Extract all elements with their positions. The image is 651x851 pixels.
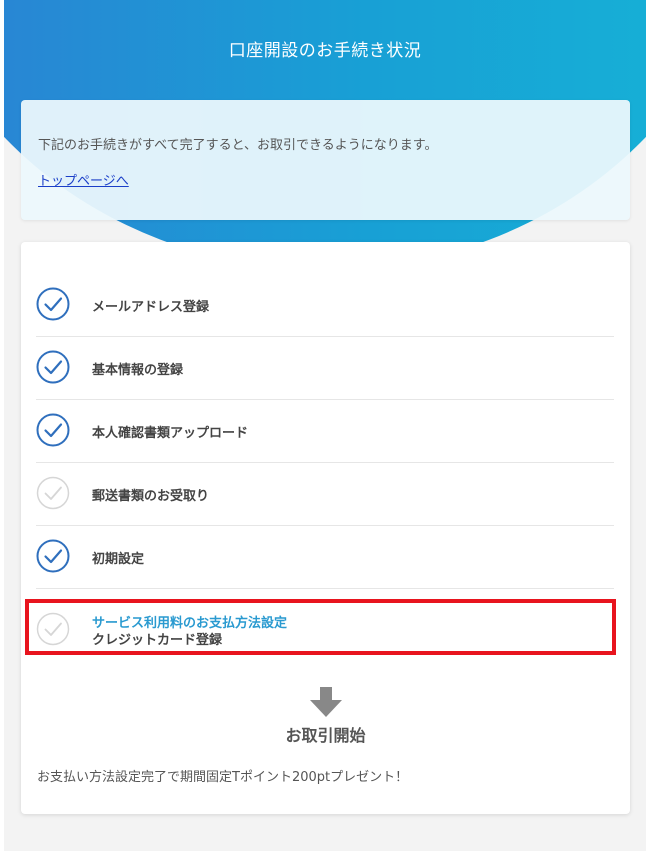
step-email-registration: メールアドレス登録 bbox=[36, 274, 614, 337]
trading-start-label: お取引開始 bbox=[285, 726, 366, 745]
check-circle-icon bbox=[36, 539, 70, 573]
arrow-down-icon bbox=[310, 687, 342, 717]
check-circle-icon bbox=[36, 413, 70, 447]
step-payment-method-highlighted[interactable]: サービス利用料のお支払方法設定 クレジットカード登録 bbox=[25, 599, 616, 655]
step-label: 初期設定 bbox=[92, 552, 145, 567]
step-label: 基本情報の登録 bbox=[92, 363, 184, 378]
steps-card: メールアドレス登録 基本情報の登録 本人確認書類アップロード 郵送書類のお受取り… bbox=[21, 242, 630, 814]
step-initial-settings: 初期設定 bbox=[36, 526, 614, 589]
info-message: 下記のお手続きがすべて完了すると、お取引できるようになります。 bbox=[38, 138, 438, 153]
step-mail-documents: 郵送書類のお受取り bbox=[36, 463, 614, 526]
info-card: 下記のお手続きがすべて完了すると、お取引できるようになります。 トップページへ bbox=[21, 100, 630, 220]
step-basic-info: 基本情報の登録 bbox=[36, 337, 614, 400]
check-circle-icon bbox=[36, 287, 70, 321]
promo-message: お支払い方法設定完了で期間固定Tポイント200ptプレゼント！ bbox=[37, 770, 409, 785]
step-label: 本人確認書類アップロード bbox=[92, 426, 249, 441]
page: 口座開設のお手続き状況 下記のお手続きがすべて完了すると、お取引できるようになり… bbox=[0, 0, 651, 851]
check-circle-outline-icon bbox=[36, 612, 70, 646]
page-title: 口座開設のお手続き状況 bbox=[228, 41, 422, 61]
step-label: 郵送書類のお受取り bbox=[92, 489, 210, 504]
step-id-upload: 本人確認書類アップロード bbox=[36, 400, 614, 463]
top-page-link[interactable]: トップページへ bbox=[38, 170, 129, 189]
step-subtitle: クレジットカード登録 bbox=[92, 633, 223, 648]
step-label: メールアドレス登録 bbox=[92, 300, 210, 315]
check-circle-icon bbox=[36, 350, 70, 384]
check-circle-outline-icon bbox=[36, 476, 70, 510]
